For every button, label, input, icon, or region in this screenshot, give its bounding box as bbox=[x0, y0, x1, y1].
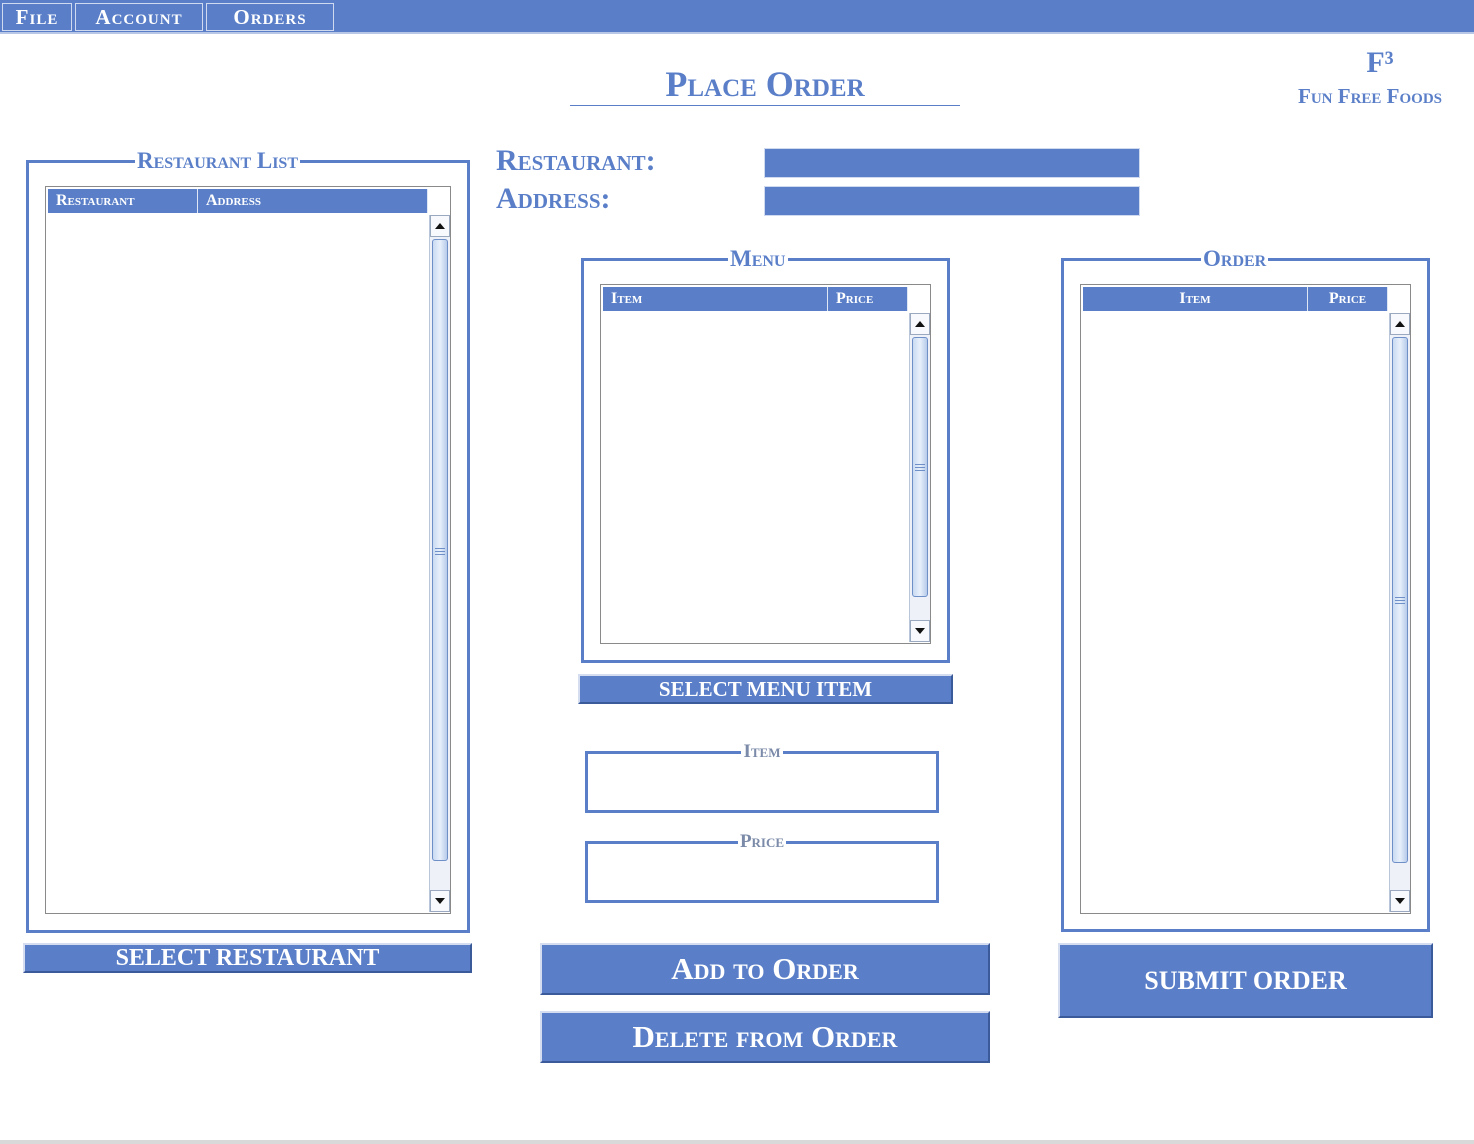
order-table[interactable]: Item Price bbox=[1080, 284, 1411, 914]
column-address[interactable]: Address bbox=[198, 189, 428, 213]
scroll-thumb[interactable] bbox=[912, 337, 928, 597]
scroll-up-button[interactable] bbox=[910, 313, 930, 335]
order-table-scrollbar[interactable] bbox=[1389, 313, 1410, 912]
select-restaurant-button[interactable]: SELECT RESTAURANT bbox=[23, 943, 472, 973]
item-legend: Item bbox=[741, 741, 783, 762]
arrow-up-icon bbox=[1395, 321, 1405, 327]
arrow-down-icon bbox=[915, 628, 925, 634]
price-box: Price bbox=[585, 831, 939, 903]
select-menu-item-button[interactable]: SELECT MENU ITEM bbox=[578, 674, 953, 704]
column-price[interactable]: Price bbox=[828, 287, 908, 311]
delete-from-order-button[interactable]: Delete from Order bbox=[540, 1011, 990, 1063]
add-to-order-button[interactable]: Add to Order bbox=[540, 943, 990, 995]
column-restaurant[interactable]: Restaurant bbox=[48, 189, 198, 213]
menu-account[interactable]: Account bbox=[75, 3, 203, 31]
scroll-down-button[interactable] bbox=[910, 620, 930, 642]
restaurant-table-header: Restaurant Address bbox=[48, 189, 428, 213]
column-item[interactable]: Item bbox=[1083, 287, 1308, 311]
arrow-up-icon bbox=[915, 321, 925, 327]
column-price[interactable]: Price bbox=[1308, 287, 1388, 311]
restaurant-table[interactable]: Restaurant Address bbox=[45, 186, 451, 914]
brand-name: Fun Free Foods bbox=[1298, 84, 1442, 108]
scroll-up-button[interactable] bbox=[1390, 313, 1410, 335]
menu-table-scrollbar[interactable] bbox=[909, 313, 930, 642]
scroll-down-button[interactable] bbox=[430, 890, 450, 912]
window-bottom-edge bbox=[0, 1140, 1474, 1144]
scroll-down-button[interactable] bbox=[1390, 890, 1410, 912]
menu-orders[interactable]: Orders bbox=[206, 3, 334, 31]
page-title: Place Order bbox=[570, 62, 960, 106]
address-label: Address: bbox=[496, 182, 611, 215]
arrow-down-icon bbox=[435, 898, 445, 904]
brand-logo: F³ bbox=[1366, 46, 1394, 79]
address-field bbox=[764, 186, 1140, 216]
menu-legend: Menu bbox=[728, 246, 788, 272]
column-item[interactable]: Item bbox=[603, 287, 828, 311]
menu-table-header: Item Price bbox=[603, 287, 908, 311]
item-box: Item bbox=[585, 741, 939, 813]
menu-file[interactable]: File bbox=[2, 3, 72, 31]
restaurant-table-scrollbar[interactable] bbox=[429, 215, 450, 912]
submit-order-button[interactable]: SUBMIT ORDER bbox=[1058, 943, 1433, 1018]
arrow-down-icon bbox=[1395, 898, 1405, 904]
scroll-up-button[interactable] bbox=[430, 215, 450, 237]
restaurant-list-legend: Restaurant List bbox=[135, 148, 300, 174]
price-legend: Price bbox=[737, 831, 787, 852]
menu-table[interactable]: Item Price bbox=[600, 284, 931, 644]
order-legend: Order bbox=[1201, 246, 1269, 272]
order-table-header: Item Price bbox=[1083, 287, 1388, 311]
restaurant-field bbox=[764, 148, 1140, 178]
scroll-thumb[interactable] bbox=[1392, 337, 1408, 863]
scroll-thumb[interactable] bbox=[432, 239, 448, 861]
restaurant-label: Restaurant: bbox=[496, 144, 656, 177]
menu-bar: File Account Orders bbox=[0, 0, 1474, 34]
arrow-up-icon bbox=[435, 223, 445, 229]
